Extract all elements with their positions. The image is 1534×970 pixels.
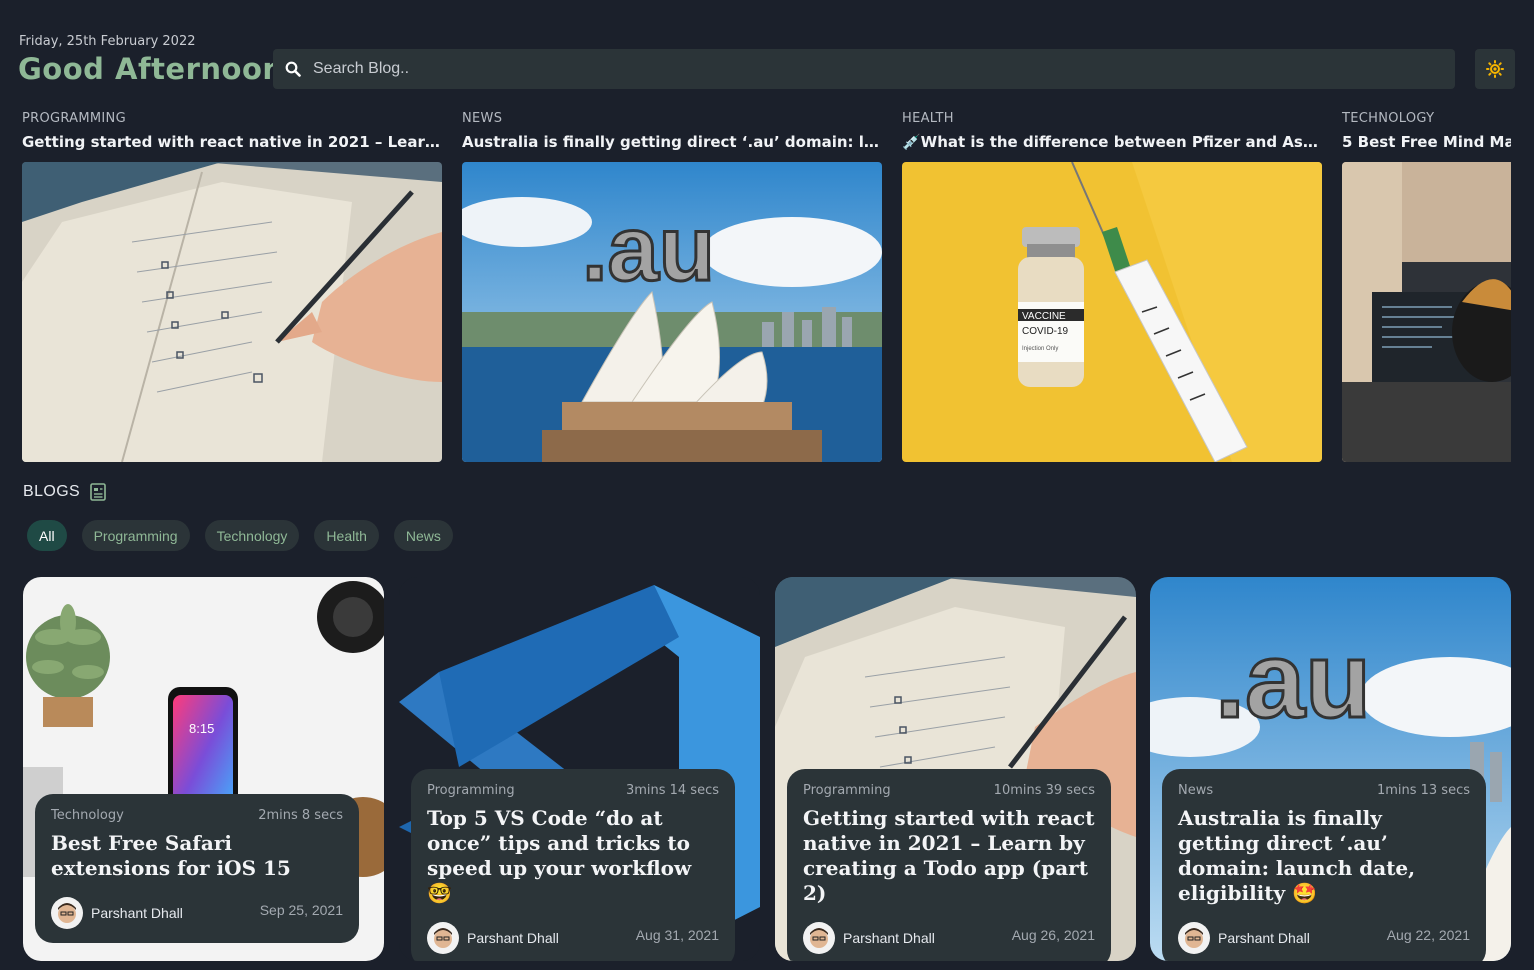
search-icon xyxy=(285,61,301,77)
filter-chip-news[interactable]: News xyxy=(393,520,453,551)
filter-chip-programming[interactable]: Programming xyxy=(81,520,190,551)
featured-image-au-domain[interactable]: .au xyxy=(462,162,882,462)
blog-card[interactable]: Programming 3mins 14 secs Top 5 VS Code “… xyxy=(399,577,760,961)
author-avatar xyxy=(1178,922,1210,954)
blog-card[interactable]: .au News 1mins 13 secs Australia is final… xyxy=(1150,577,1511,961)
blog-title[interactable]: Top 5 VS Code “do at once” tips and tric… xyxy=(427,806,719,906)
greeting-heading: Good Afternoon xyxy=(18,52,284,86)
vaccine-label-2: COVID-19 xyxy=(1022,326,1069,337)
au-domain-text: .au xyxy=(1215,619,1371,740)
current-date: Friday, 25th February 2022 xyxy=(19,34,196,49)
author-name: Parshant Dhall xyxy=(1218,930,1310,946)
search-input[interactable] xyxy=(313,60,1413,78)
blog-read-time: 2mins 8 secs xyxy=(258,808,343,823)
blog-read-time: 3mins 14 secs xyxy=(625,783,719,798)
theme-toggle-button[interactable] xyxy=(1475,49,1515,89)
featured-card[interactable]: PROGRAMMING Getting started with react n… xyxy=(22,110,442,462)
blog-title[interactable]: Australia is finally getting direct ‘.au… xyxy=(1178,806,1470,906)
featured-category: PROGRAMMING xyxy=(22,111,126,126)
featured-image-vaccine[interactable]: VACCINE COVID-19 Injection Only xyxy=(902,162,1322,462)
author-name: Parshant Dhall xyxy=(843,930,935,946)
blog-card[interactable]: Programming 10mins 39 secs Getting starte… xyxy=(775,577,1136,961)
author-avatar xyxy=(803,922,835,954)
featured-card[interactable]: TECHNOLOGY 5 Best Free Mind Mapping Tool… xyxy=(1342,110,1511,462)
vaccine-label-1: VACCINE xyxy=(1022,311,1066,322)
blog-card[interactable]: 8:15 Technology 2mins 8 secs Best Free Sa… xyxy=(23,577,384,961)
phone-time-text: 8:15 xyxy=(189,721,214,736)
blog-date: Aug 31, 2021 xyxy=(635,927,719,943)
sun-icon xyxy=(1486,60,1504,78)
blog-title[interactable]: Best Free Safari extensions for iOS 15 xyxy=(51,831,343,881)
article-icon xyxy=(90,483,106,501)
author-avatar xyxy=(51,897,83,929)
search-bar[interactable] xyxy=(273,49,1455,89)
blog-category: Technology xyxy=(51,808,124,823)
author-avatar xyxy=(427,922,459,954)
featured-title[interactable]: 💉What is the difference between Pfizer a… xyxy=(902,133,1322,151)
featured-card[interactable]: HEALTH 💉What is the difference between P… xyxy=(902,110,1322,462)
blog-read-time: 1mins 13 secs xyxy=(1376,783,1470,798)
author-name: Parshant Dhall xyxy=(91,905,183,921)
blog-title[interactable]: Getting started with react native in 202… xyxy=(803,806,1095,906)
blog-card-info: Technology 2mins 8 secs Best Free Safari … xyxy=(35,794,359,943)
featured-category: NEWS xyxy=(462,111,503,126)
blog-category: Programming xyxy=(803,783,891,798)
blogs-heading: BLOGS xyxy=(23,483,81,500)
filter-chip-all[interactable]: All xyxy=(27,520,67,551)
featured-image-notebook[interactable] xyxy=(22,162,442,462)
vaccine-label-3: Injection Only xyxy=(1022,346,1058,352)
blog-card-info: Programming 10mins 39 secs Getting starte… xyxy=(787,769,1111,961)
blog-card-info: Programming 3mins 14 secs Top 5 VS Code “… xyxy=(411,769,735,961)
author-name: Parshant Dhall xyxy=(467,930,559,946)
blog-card-info: News 1mins 13 secs Australia is finally g… xyxy=(1162,769,1486,961)
blogs-section-header: BLOGS xyxy=(23,483,106,501)
featured-carousel[interactable]: PROGRAMMING Getting started with react n… xyxy=(0,110,1511,470)
blog-date: Aug 26, 2021 xyxy=(1011,927,1095,943)
blog-category: Programming xyxy=(427,783,515,798)
featured-image-workspace[interactable] xyxy=(1342,162,1511,462)
featured-title[interactable]: 5 Best Free Mind Mapping Tools xyxy=(1342,133,1511,151)
filter-chip-health[interactable]: Health xyxy=(314,520,379,551)
category-filter-bar: All Programming Technology Health News xyxy=(27,520,468,551)
blog-category: News xyxy=(1178,783,1214,798)
filter-chip-technology[interactable]: Technology xyxy=(204,520,300,551)
au-domain-text: .au xyxy=(582,198,715,300)
blog-date: Sep 25, 2021 xyxy=(259,902,343,918)
featured-title[interactable]: Australia is finally getting direct ‘.au… xyxy=(462,133,882,151)
featured-title[interactable]: Getting started with react native in 202… xyxy=(22,133,442,151)
blog-read-time: 10mins 39 secs xyxy=(993,783,1095,798)
featured-category: HEALTH xyxy=(902,111,954,126)
featured-category: TECHNOLOGY xyxy=(1342,111,1435,126)
featured-card[interactable]: NEWS Australia is finally getting direct… xyxy=(462,110,882,462)
blog-date: Aug 22, 2021 xyxy=(1386,927,1470,943)
